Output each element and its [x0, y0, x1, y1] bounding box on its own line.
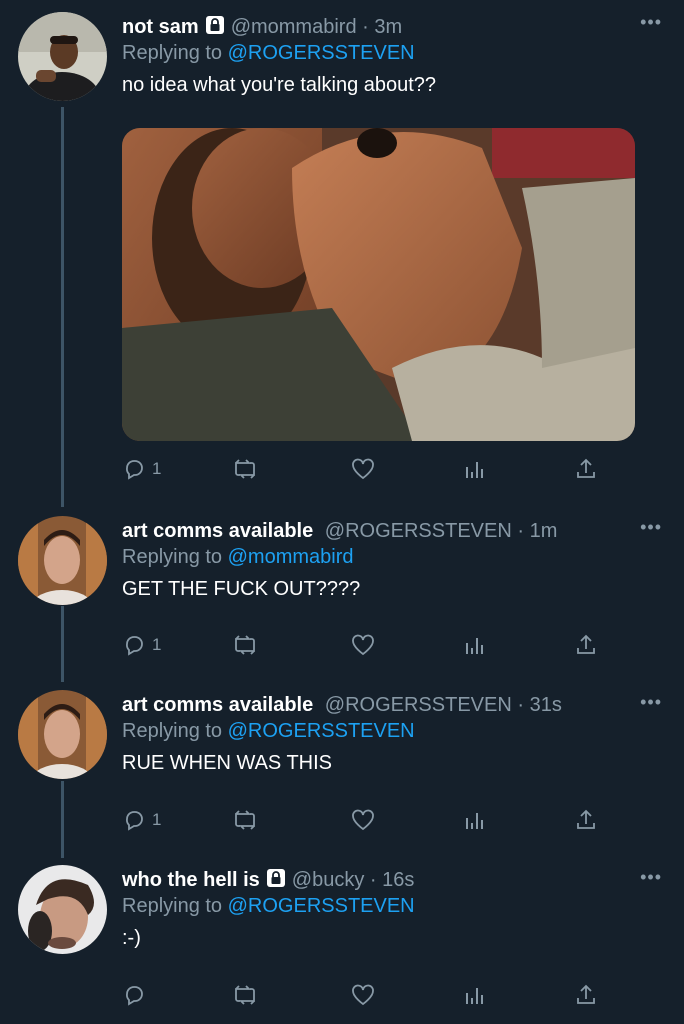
share-button[interactable] [574, 805, 598, 835]
more-options-icon[interactable]: ••• [640, 867, 662, 888]
reply-button[interactable] [122, 980, 152, 1010]
mention-link[interactable]: @ROGERSSTEVEN [228, 895, 415, 917]
retweet-button[interactable] [232, 980, 258, 1010]
reply-count: 1 [152, 635, 162, 654]
analytics-button[interactable] [462, 805, 486, 835]
tweet[interactable]: who the hell is @bucky · 16s Replying to … [0, 855, 684, 1024]
retweet-button[interactable] [232, 454, 258, 484]
retweet-button[interactable] [232, 805, 258, 835]
reply-icon [126, 636, 143, 656]
like-button[interactable] [350, 454, 376, 484]
avatar[interactable] [18, 865, 107, 954]
share-button[interactable] [574, 630, 598, 660]
heart-icon [352, 984, 374, 1006]
display-name[interactable]: who the hell is [122, 869, 260, 891]
reply-icon [126, 460, 143, 480]
analytics-button[interactable] [462, 980, 486, 1010]
handle[interactable]: @ROGERSSTEVEN [325, 520, 512, 542]
reply-count: 1 [152, 810, 162, 829]
timestamp[interactable]: 3m [374, 16, 402, 38]
tweet-actions [122, 980, 612, 1010]
handle[interactable]: @bucky [292, 869, 365, 891]
mention-link[interactable]: @ROGERSSTEVEN [228, 42, 415, 64]
tweet[interactable]: not sam @mommabird · 3m Replying to @ROGE… [0, 0, 684, 505]
retweet-icon [235, 810, 255, 830]
analytics-icon [466, 988, 483, 1004]
reply-icon [126, 811, 143, 831]
retweet-button[interactable] [232, 630, 258, 660]
tweet-text: GET THE FUCK OUT???? [122, 578, 361, 600]
separator: · [517, 520, 525, 542]
reply-button[interactable]: 1 [122, 630, 161, 660]
tweet[interactable]: art comms available @ROGERSSTEVEN · 1m R… [0, 505, 684, 680]
reply-button[interactable]: 1 [122, 805, 161, 835]
replying-prefix: Replying to [122, 546, 223, 568]
tweet-text: RUE WHEN WAS THIS [122, 752, 333, 774]
tweet-actions: 1 [122, 805, 612, 835]
reply-button[interactable]: 1 [122, 454, 161, 484]
lock-icon [205, 15, 225, 42]
heart-icon [352, 458, 374, 480]
avatar[interactable] [18, 516, 107, 605]
analytics-icon [466, 638, 483, 654]
like-button[interactable] [350, 805, 376, 835]
display-name[interactable]: art comms available [122, 694, 313, 716]
share-icon [577, 634, 595, 654]
tweet-actions: 1 [122, 454, 612, 484]
replying-prefix: Replying to [122, 895, 223, 917]
share-icon [577, 984, 595, 1004]
separator: · [362, 16, 369, 38]
avatar[interactable] [18, 12, 107, 101]
reply-count: 1 [152, 459, 162, 478]
timestamp[interactable]: 16s [382, 869, 414, 891]
display-name[interactable]: not sam [122, 16, 199, 38]
more-options-icon[interactable]: ••• [640, 517, 662, 538]
mention-link[interactable]: @mommabird [228, 546, 354, 568]
tweet-text: no idea what you're talking about?? [122, 74, 437, 96]
retweet-icon [235, 635, 255, 655]
replying-to: Replying to @ROGERSSTEVEN [122, 718, 664, 744]
timestamp[interactable]: 1m [530, 520, 558, 542]
tweet-actions: 1 [122, 630, 612, 660]
mention-link[interactable]: @ROGERSSTEVEN [228, 720, 415, 742]
reply-icon [126, 986, 143, 1006]
share-button[interactable] [574, 454, 598, 484]
display-name[interactable]: art comms available [122, 520, 313, 542]
replying-to: Replying to @mommabird [122, 544, 664, 570]
more-options-icon[interactable]: ••• [640, 12, 662, 33]
like-button[interactable] [350, 980, 376, 1010]
analytics-button[interactable] [462, 454, 486, 484]
retweet-icon [235, 459, 255, 479]
like-button[interactable] [350, 630, 376, 660]
separator: · [517, 694, 525, 716]
lock-icon [266, 868, 286, 895]
replying-prefix: Replying to [122, 720, 223, 742]
tweet-media-photo[interactable] [122, 128, 635, 441]
more-options-icon[interactable]: ••• [640, 692, 662, 713]
handle[interactable]: @ROGERSSTEVEN [325, 694, 512, 716]
tweet-text: :-) [122, 927, 141, 949]
analytics-icon [466, 813, 483, 829]
separator: · [369, 869, 377, 891]
heart-icon [352, 809, 374, 831]
share-icon [577, 458, 595, 478]
avatar[interactable] [18, 690, 107, 779]
handle[interactable]: @mommabird [231, 16, 357, 38]
analytics-button[interactable] [462, 630, 486, 660]
retweet-icon [235, 985, 255, 1005]
tweet[interactable]: art comms available @ROGERSSTEVEN · 31s … [0, 680, 684, 855]
replying-to: Replying to @ROGERSSTEVEN [122, 40, 664, 66]
analytics-icon [466, 462, 483, 478]
share-button[interactable] [574, 980, 598, 1010]
replying-prefix: Replying to [122, 42, 223, 64]
replying-to: Replying to @ROGERSSTEVEN [122, 893, 664, 919]
share-icon [577, 809, 595, 829]
heart-icon [352, 634, 374, 656]
timestamp[interactable]: 31s [530, 694, 562, 716]
